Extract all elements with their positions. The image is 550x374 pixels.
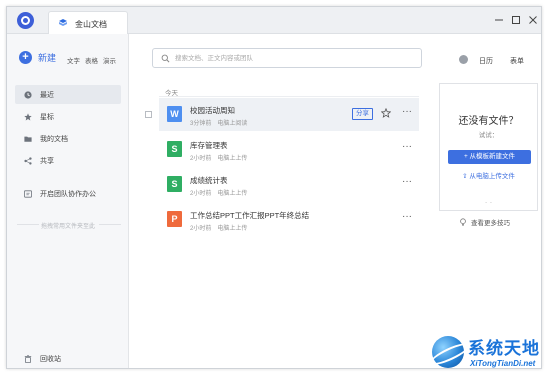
new-from-template-button[interactable]: + 从模板新建文件 <box>448 150 531 164</box>
more-options-icon[interactable]: ··· <box>402 177 414 188</box>
file-meta: 2小时前 电脑上上传 <box>190 153 247 162</box>
new-doc-link[interactable]: 文字 <box>67 55 80 65</box>
calendar-link[interactable]: 日历 <box>479 56 493 66</box>
app-window: 金山文档 + 新建 文字 表格 演示 最近 星标 我的文档 共享 开启团队协作办… <box>6 6 542 369</box>
file-source: 电脑上上传 <box>217 226 248 232</box>
share-button[interactable]: 分享 <box>352 108 373 120</box>
pin-folder-hint: 拖拽常用文件夹至此 <box>40 224 95 230</box>
search-icon <box>161 54 170 63</box>
sheet-file-icon: S <box>167 141 182 157</box>
sidebar-item-recycle-bin[interactable]: 回收站 <box>24 354 61 364</box>
file-source: 电脑上阅读 <box>217 121 248 127</box>
team-icon <box>24 189 32 198</box>
file-name: 工作总结PPT工作汇报PPT年终总结 <box>190 211 310 220</box>
search-box[interactable] <box>152 48 422 68</box>
file-name: 成绩统计表 <box>190 176 228 185</box>
recycle-bin-label: 回收站 <box>40 356 61 363</box>
divider <box>99 224 121 225</box>
trash-icon <box>24 355 32 363</box>
sidebar-item-label: 共享 <box>40 157 54 165</box>
divider <box>159 96 419 97</box>
sidebar-item-shared[interactable]: 共享 <box>15 151 121 170</box>
sidebar-item-team[interactable]: 开启团队协作办公 <box>15 184 121 203</box>
more-tips-link[interactable]: 查看更多技巧 <box>459 217 510 227</box>
sheet-file-icon: S <box>167 176 182 192</box>
pager-dots[interactable]: · · <box>440 199 537 207</box>
file-row[interactable]: P 工作总结PPT工作汇报PPT年终总结 2小时前 电脑上上传 ··· <box>159 203 419 236</box>
file-source: 电脑上上传 <box>217 191 248 197</box>
watermark-title: 系统天地 <box>468 339 540 359</box>
form-link[interactable]: 表单 <box>510 56 524 66</box>
more-options-icon[interactable]: ··· <box>402 142 414 153</box>
chat-icon[interactable] <box>459 55 468 64</box>
sidebar-item-label: 我的文档 <box>40 135 68 143</box>
file-time: 2小时前 <box>190 191 212 197</box>
sidebar-item-label: 星标 <box>40 113 54 121</box>
file-time: 2小时前 <box>190 226 212 232</box>
tips-label: 查看更多技巧 <box>471 220 510 227</box>
more-options-icon[interactable]: ··· <box>402 212 414 223</box>
file-meta: 2小时前 电脑上上传 <box>190 188 247 197</box>
file-name: 库存管理表 <box>190 141 228 150</box>
slides-file-icon: P <box>167 211 182 227</box>
file-meta: 3分钟前 电脑上阅读 <box>190 118 247 127</box>
file-name: 校园活动周知 <box>190 106 235 115</box>
title-bar: 金山文档 <box>7 7 541 34</box>
upload-icon: ⇪ <box>462 173 468 180</box>
file-row[interactable]: S 成绩统计表 2小时前 电脑上上传 ··· <box>159 168 419 201</box>
clock-icon <box>24 90 32 99</box>
new-label: 新建 <box>38 53 57 63</box>
sidebar-item-starred[interactable]: 星标 <box>15 107 121 126</box>
new-button[interactable]: + 新建 <box>19 51 56 64</box>
globe-logo-icon <box>432 336 464 368</box>
app-logo[interactable] <box>17 12 34 29</box>
sidebar: + 新建 文字 表格 演示 最近 星标 我的文档 共享 开启团队协作办公 拖拽常… <box>7 34 129 368</box>
tab-label: 金山文档 <box>75 20 107 29</box>
empty-state-panel: 还没有文件？ 试试： + 从模板新建文件 ⇪ 从电脑上传文件 · · <box>439 83 538 211</box>
more-options-icon[interactable]: ··· <box>402 107 414 118</box>
file-meta: 2小时前 电脑上上传 <box>190 223 247 232</box>
panel-title: 还没有文件？ <box>458 116 519 127</box>
close-icon[interactable] <box>528 15 538 25</box>
file-time: 3分钟前 <box>190 121 212 127</box>
new-slides-link[interactable]: 演示 <box>103 55 116 65</box>
file-row[interactable]: S 库存管理表 2小时前 电脑上上传 ··· <box>159 133 419 166</box>
watermark-logo: 系统天地 XiTongTianDi.net <box>428 330 550 374</box>
star-icon <box>24 112 32 121</box>
lightbulb-icon <box>459 218 467 226</box>
file-time: 2小时前 <box>190 156 212 162</box>
minimize-icon[interactable] <box>494 15 504 25</box>
doc-file-icon: W <box>167 106 182 122</box>
watermark-url: XiTongTianDi.net <box>470 359 536 368</box>
kdocs-logo-icon <box>59 19 67 27</box>
new-sheet-link[interactable]: 表格 <box>85 55 98 65</box>
row-checkbox[interactable] <box>145 111 152 118</box>
star-icon[interactable] <box>380 107 392 118</box>
sidebar-item-my-docs[interactable]: 我的文档 <box>15 129 121 148</box>
file-source: 电脑上上传 <box>217 156 248 162</box>
panel-subtitle: 试试： <box>478 132 499 139</box>
share-icon <box>24 156 32 165</box>
plus-icon: + <box>19 51 32 64</box>
sidebar-item-recent[interactable]: 最近 <box>15 85 121 104</box>
tab-kdocs[interactable]: 金山文档 <box>48 11 128 34</box>
folder-icon <box>24 135 32 143</box>
file-row[interactable]: W 校园活动周知 3分钟前 电脑上阅读 分享 ··· <box>145 98 419 131</box>
sidebar-item-label: 开启团队协作办公 <box>40 190 96 198</box>
upload-from-computer-link[interactable]: ⇪ 从电脑上传文件 <box>440 170 537 180</box>
search-input[interactable] <box>175 53 415 64</box>
maximize-icon[interactable] <box>511 15 521 25</box>
sidebar-item-label: 最近 <box>40 91 54 99</box>
upload-label: 从电脑上传文件 <box>469 173 515 180</box>
